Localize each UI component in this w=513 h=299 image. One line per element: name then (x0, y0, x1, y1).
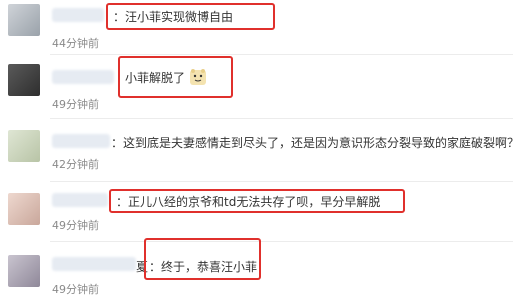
comment-item: ：汪小菲实现微博自由 44分钟前 (0, 0, 513, 52)
comment-text-row: ：终于，恭喜汪小菲 (149, 258, 257, 275)
comment-time: 44分钟前 (52, 37, 99, 50)
comment-time: 49分钟前 (52, 219, 99, 232)
comment-text: 终于，恭喜汪小菲 (161, 260, 258, 274)
username-blurred[interactable] (52, 257, 136, 271)
comment-text: 小菲解脱了 (125, 71, 186, 85)
avatar[interactable] (8, 64, 40, 96)
avatar[interactable] (8, 4, 40, 36)
comment-separator: ： (116, 195, 129, 209)
comment-text-row: ：这到底是夫妻感情走到尽头了，还是因为意识形态分裂导致的家庭破裂啊？ (111, 134, 513, 151)
avatar[interactable] (8, 193, 40, 225)
comment-time: 49分钟前 (52, 98, 99, 111)
comment-separator: ： (113, 10, 126, 24)
comment-item: 夏 ：终于，恭喜汪小菲 49分钟前 (0, 238, 513, 299)
comment-separator: ： (111, 136, 124, 150)
comment-item: ：正儿八经的京爷和td无法共存了呗，早分早解脱 49分钟前 (0, 183, 513, 239)
comment-time: 42分钟前 (52, 158, 99, 171)
comment-text-row: ：正儿八经的京爷和td无法共存了呗，早分早解脱 (116, 193, 380, 210)
comment-text-row: ：汪小菲实现微博自由 (113, 8, 233, 25)
avatar[interactable] (8, 255, 40, 287)
divider (50, 241, 513, 242)
comment-text-row: 小菲解脱了 (125, 68, 207, 89)
avatar[interactable] (8, 130, 40, 162)
username-blurred[interactable] (52, 70, 114, 84)
comment-text: 正儿八经的京爷和td无法共存了呗，早分早解脱 (128, 195, 381, 209)
bear-emoji-icon (189, 68, 207, 89)
comment-separator: ： (149, 260, 162, 274)
comment-text: 这到底是夫妻感情走到尽头了，还是因为意识形态分裂导致的家庭破裂啊？ (123, 136, 513, 150)
username-blurred[interactable] (52, 134, 110, 148)
divider (50, 54, 513, 55)
comment-time: 49分钟前 (52, 283, 99, 296)
username-blurred[interactable] (52, 8, 104, 22)
comment-item: ：这到底是夫妻感情走到尽头了，还是因为意识形态分裂导致的家庭破裂啊？ 42分钟前 (0, 120, 513, 180)
username-blurred[interactable] (52, 193, 108, 207)
divider (50, 181, 513, 182)
comment-text: 汪小菲实现微博自由 (125, 10, 234, 24)
divider (50, 118, 513, 119)
comment-item: 小菲解脱了 49分钟前 (0, 56, 513, 116)
